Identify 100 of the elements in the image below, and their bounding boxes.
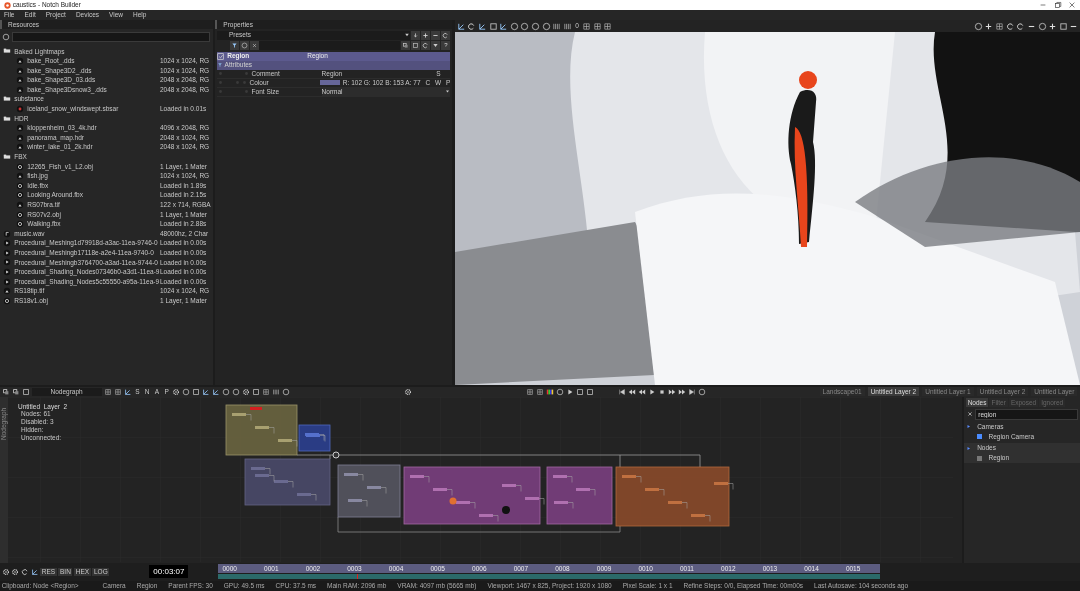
caret-button[interactable] bbox=[431, 41, 441, 51]
timeline-track[interactable] bbox=[218, 574, 881, 580]
plus-icon[interactable] bbox=[1048, 21, 1058, 31]
node[interactable] bbox=[449, 497, 457, 505]
node-group[interactable] bbox=[546, 466, 613, 525]
dot-icon[interactable] bbox=[217, 70, 224, 78]
square-icon[interactable] bbox=[488, 21, 498, 31]
grid-icon[interactable] bbox=[113, 387, 122, 396]
close-button[interactable] bbox=[250, 41, 259, 51]
circle-icon[interactable] bbox=[2, 33, 10, 41]
circle-icon[interactable] bbox=[541, 21, 551, 31]
refresh-icon[interactable] bbox=[20, 567, 29, 576]
folder-icon bbox=[3, 47, 11, 56]
plus-icon[interactable] bbox=[984, 21, 994, 31]
image-file-icon bbox=[3, 287, 11, 296]
folder-icon bbox=[3, 114, 11, 123]
material-file-icon bbox=[16, 105, 24, 113]
bars-icon[interactable] bbox=[562, 21, 572, 31]
filter-field[interactable] bbox=[259, 41, 401, 51]
caret-icon bbox=[404, 32, 411, 39]
search-field[interactable] bbox=[12, 32, 211, 42]
caret-icon bbox=[445, 89, 451, 95]
skip-forward-icon[interactable] bbox=[687, 387, 696, 396]
mesh-file-icon bbox=[16, 162, 24, 171]
image-file-icon bbox=[16, 200, 24, 209]
folder-icon bbox=[3, 95, 11, 104]
grid-icon[interactable] bbox=[535, 387, 544, 396]
copy-icon bbox=[402, 42, 410, 50]
node-group[interactable] bbox=[337, 464, 401, 518]
close-icon[interactable] bbox=[1068, 1, 1076, 9]
skip-back-icon[interactable] bbox=[617, 387, 626, 396]
node[interactable] bbox=[502, 505, 510, 514]
circle-icon[interactable] bbox=[1037, 21, 1047, 31]
filter-button[interactable] bbox=[230, 41, 239, 51]
circle-button[interactable] bbox=[240, 41, 249, 51]
down-arrow-button[interactable] bbox=[411, 30, 421, 40]
settings-icon[interactable] bbox=[242, 387, 251, 396]
axis-icon[interactable] bbox=[202, 387, 211, 396]
grid-icon[interactable] bbox=[103, 387, 112, 396]
node-group[interactable] bbox=[615, 466, 734, 527]
checkbox-icon[interactable] bbox=[217, 52, 224, 60]
grid-icon[interactable] bbox=[262, 387, 271, 396]
circle-icon[interactable] bbox=[520, 21, 530, 31]
folder-icon bbox=[3, 152, 11, 161]
square-button[interactable] bbox=[411, 41, 421, 51]
colour-swatch[interactable] bbox=[319, 80, 340, 86]
plus-icon bbox=[422, 31, 430, 39]
axis-icon[interactable] bbox=[456, 21, 466, 31]
axis-icon[interactable] bbox=[212, 387, 221, 396]
circle-icon[interactable] bbox=[973, 21, 983, 31]
circle-icon bbox=[241, 42, 248, 50]
audio-file-icon bbox=[3, 229, 11, 238]
circle-icon[interactable] bbox=[509, 21, 519, 31]
filter-icon bbox=[231, 42, 238, 50]
axis-icon[interactable] bbox=[499, 21, 509, 31]
refresh-button[interactable] bbox=[441, 30, 451, 40]
grid-icon[interactable] bbox=[592, 21, 602, 31]
node-group[interactable] bbox=[244, 458, 331, 506]
settings-icon[interactable] bbox=[404, 387, 413, 396]
circle-icon[interactable] bbox=[232, 387, 241, 396]
axis-icon[interactable] bbox=[30, 567, 39, 576]
bars-icon[interactable] bbox=[552, 21, 562, 31]
color-bars-icon[interactable] bbox=[545, 387, 554, 396]
node-group[interactable] bbox=[225, 404, 298, 456]
grid-icon[interactable] bbox=[603, 21, 613, 31]
square-icon[interactable] bbox=[1058, 21, 1068, 31]
node[interactable] bbox=[250, 406, 262, 410]
circle-icon[interactable] bbox=[531, 21, 540, 31]
down-arrow-icon bbox=[412, 31, 420, 39]
time-display: 00:03:07 bbox=[149, 565, 189, 579]
node-joint-icon[interactable] bbox=[332, 451, 340, 459]
axis-icon[interactable] bbox=[477, 21, 487, 31]
copy-icon[interactable] bbox=[11, 387, 20, 396]
axis-icon[interactable] bbox=[123, 387, 132, 396]
refresh-icon bbox=[422, 42, 430, 50]
circle-icon[interactable] bbox=[222, 387, 231, 396]
node-group[interactable] bbox=[403, 466, 545, 525]
grid-icon[interactable] bbox=[525, 387, 534, 396]
image-file-icon bbox=[16, 172, 24, 181]
node-group[interactable] bbox=[298, 424, 331, 452]
circle-icon[interactable] bbox=[697, 387, 706, 396]
grid-icon[interactable] bbox=[995, 21, 1004, 31]
circle-icon[interactable] bbox=[555, 387, 564, 396]
circle-icon[interactable] bbox=[182, 387, 191, 396]
refresh-icon bbox=[442, 31, 450, 39]
grid-icon[interactable] bbox=[582, 21, 591, 31]
mesh-file-icon bbox=[3, 296, 11, 305]
close-icon[interactable] bbox=[965, 410, 974, 419]
plus-button[interactable] bbox=[421, 30, 431, 40]
refresh-button[interactable] bbox=[421, 41, 431, 51]
circle-icon[interactable] bbox=[282, 387, 291, 396]
dot-icon[interactable] bbox=[243, 70, 250, 78]
copy-button[interactable] bbox=[401, 41, 411, 51]
close-icon bbox=[251, 42, 258, 50]
settings-icon[interactable] bbox=[172, 387, 181, 396]
refresh-icon[interactable] bbox=[467, 21, 477, 31]
restore-icon[interactable] bbox=[1053, 1, 1062, 9]
minus-button[interactable] bbox=[431, 30, 441, 40]
copy-icon[interactable] bbox=[1, 387, 10, 396]
bars-icon[interactable] bbox=[272, 387, 281, 396]
